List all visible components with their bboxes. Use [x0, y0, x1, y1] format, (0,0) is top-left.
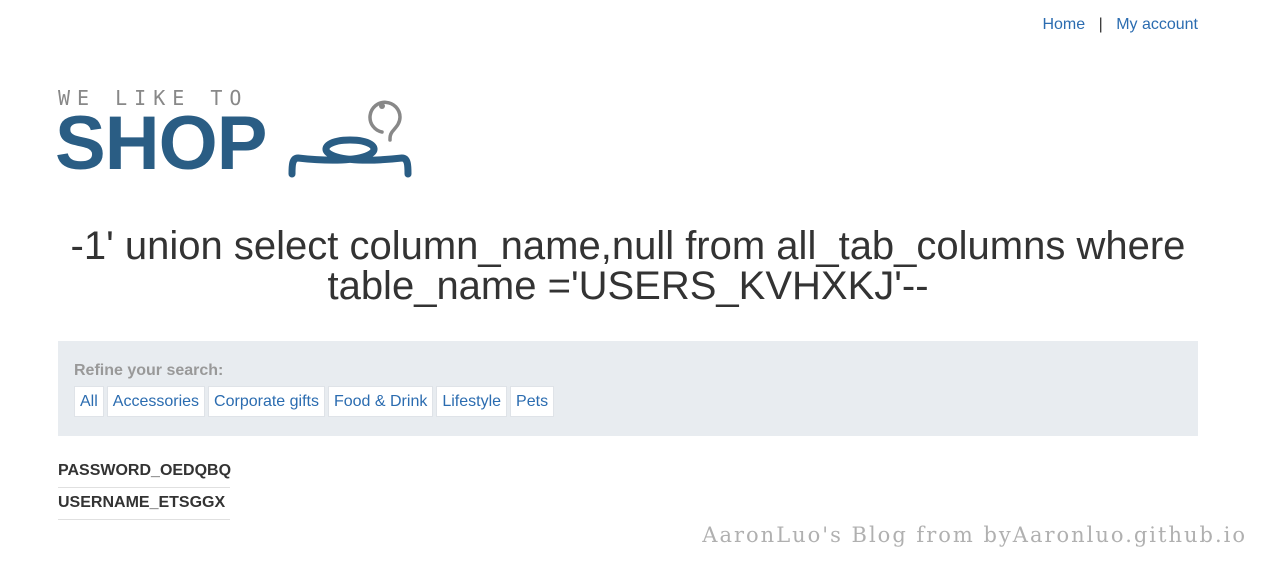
- filter-food-drink[interactable]: Food & Drink: [327, 386, 434, 417]
- logo-word: SHOP: [55, 101, 267, 186]
- watermark: AaronLuo's Blog from byAaronluo.github.i…: [702, 523, 1247, 547]
- filter-panel: Refine your search: All Accessories Corp…: [58, 341, 1198, 436]
- nav-separator: |: [1098, 16, 1103, 33]
- my-account-link[interactable]: My account: [1116, 16, 1198, 33]
- filter-corporate-gifts[interactable]: Corporate gifts: [208, 386, 325, 417]
- result-row: USERNAME_ETSGGX: [58, 488, 230, 520]
- result-row: PASSWORD_OEDQBQ: [58, 456, 231, 488]
- filter-lifestyle[interactable]: Lifestyle: [436, 386, 508, 417]
- hanger-icon: [288, 100, 412, 178]
- home-link[interactable]: Home: [1042, 16, 1085, 33]
- page-title: -1' union select column_name,null from a…: [70, 224, 1186, 308]
- filter-accessories[interactable]: Accessories: [106, 386, 206, 417]
- filter-label: Refine your search:: [74, 362, 224, 379]
- results-list: PASSWORD_OEDQBQ USERNAME_ETSGGX: [58, 456, 231, 520]
- top-nav: Home | My account: [1042, 16, 1198, 34]
- filter-all[interactable]: All: [74, 386, 104, 417]
- filter-links: All Accessories Corporate gifts Food & D…: [74, 386, 1182, 417]
- filter-pets[interactable]: Pets: [510, 386, 555, 417]
- site-logo[interactable]: WE LIKE TO SHOP: [55, 86, 418, 186]
